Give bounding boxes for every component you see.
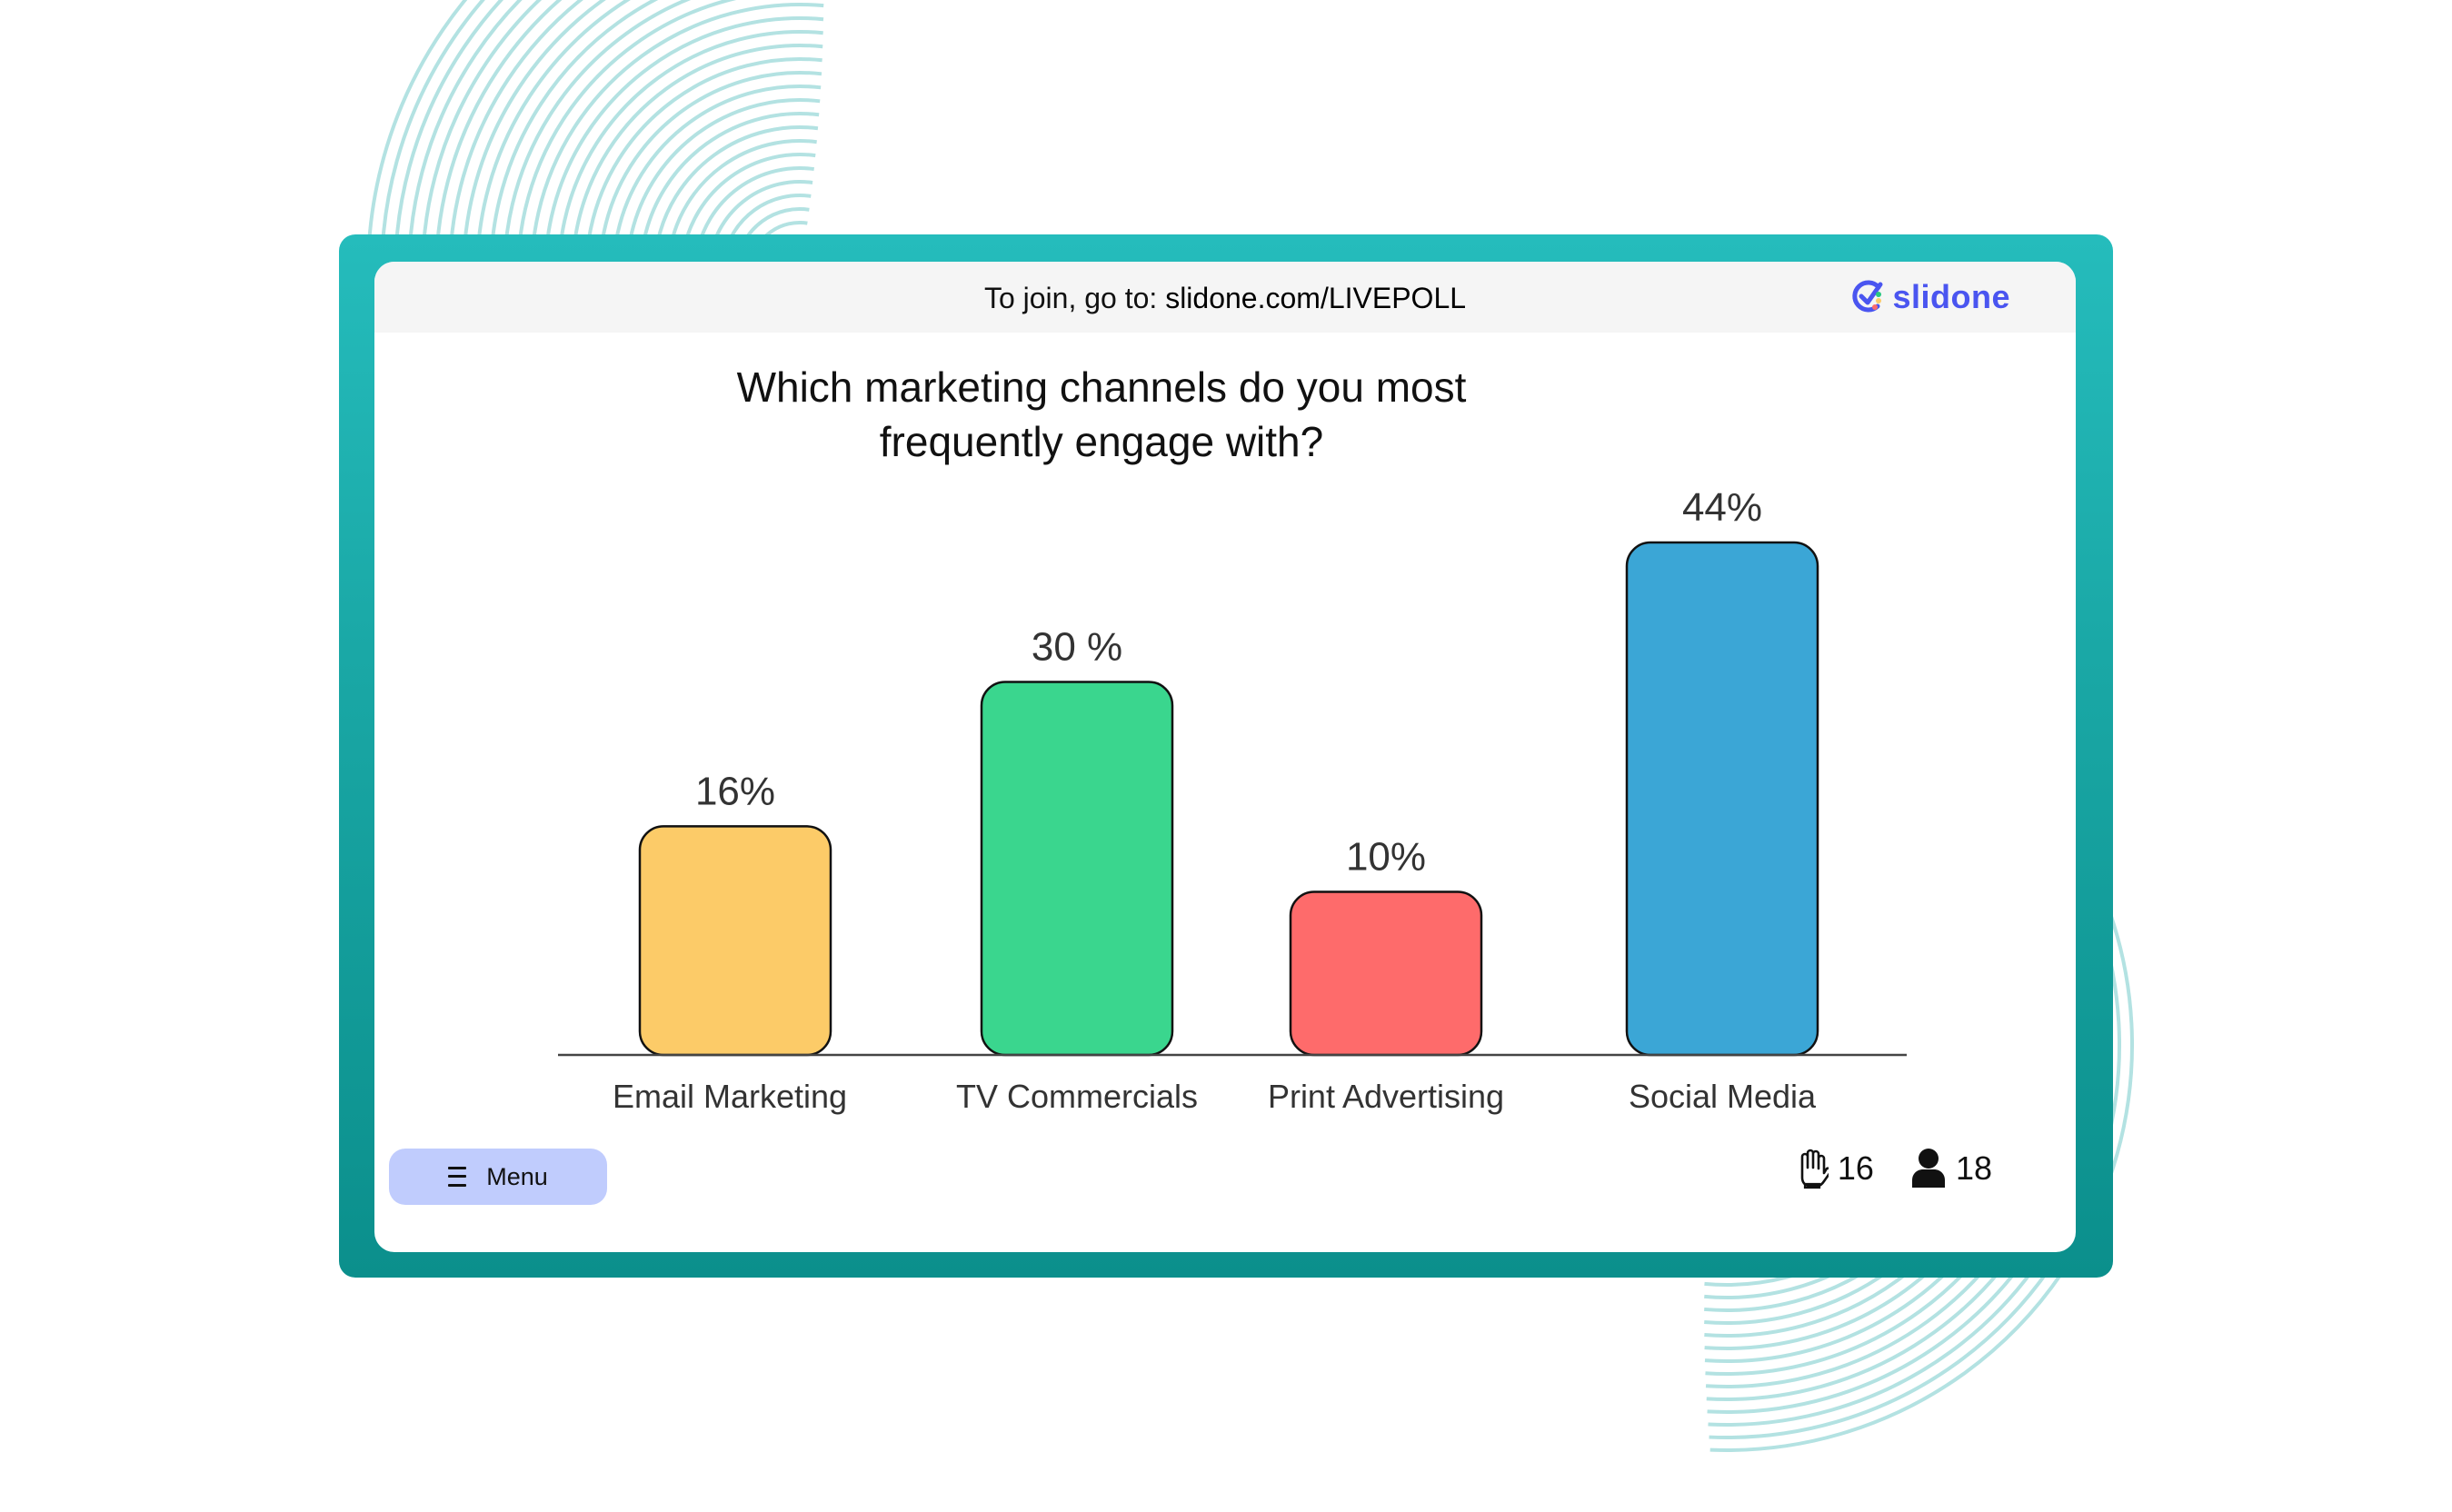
hand-icon — [1800, 1149, 1829, 1189]
value-label: 16% — [695, 769, 775, 813]
bar-print-advertising — [1289, 890, 1483, 1057]
category-label: Social Media — [1629, 1078, 1817, 1115]
participants-count: 18 — [1955, 1149, 1992, 1187]
menu-button[interactable]: Menu — [389, 1149, 607, 1205]
participants-stat: 18 — [1910, 1148, 1992, 1189]
menu-label: Menu — [486, 1162, 548, 1190]
bar-tv-commercials — [980, 681, 1174, 1057]
value-label: 44% — [1682, 485, 1762, 530]
category-label: TV Commercials — [956, 1078, 1198, 1115]
hamburger-menu-icon — [448, 1166, 467, 1188]
audience-stats: 16 18 — [1794, 1148, 1992, 1189]
raised-hands-stat: 16 — [1794, 1148, 1874, 1189]
poll-slide: To join, go to: slidone.com/LIVEPOLL sli… — [374, 262, 2076, 1252]
bar-social-media — [1625, 541, 1819, 1057]
person-icon — [1911, 1149, 1945, 1188]
value-label: 30 % — [1032, 624, 1122, 669]
category-label: Print Advertising — [1268, 1078, 1504, 1115]
bar-chart: 16% Email Marketing 30 % TV Commercials 10% P… — [558, 485, 1907, 1115]
raised-hands-count: 16 — [1837, 1149, 1874, 1187]
value-label: 10% — [1346, 834, 1426, 879]
bar-email-marketing — [638, 825, 832, 1057]
category-label: Email Marketing — [613, 1078, 847, 1115]
